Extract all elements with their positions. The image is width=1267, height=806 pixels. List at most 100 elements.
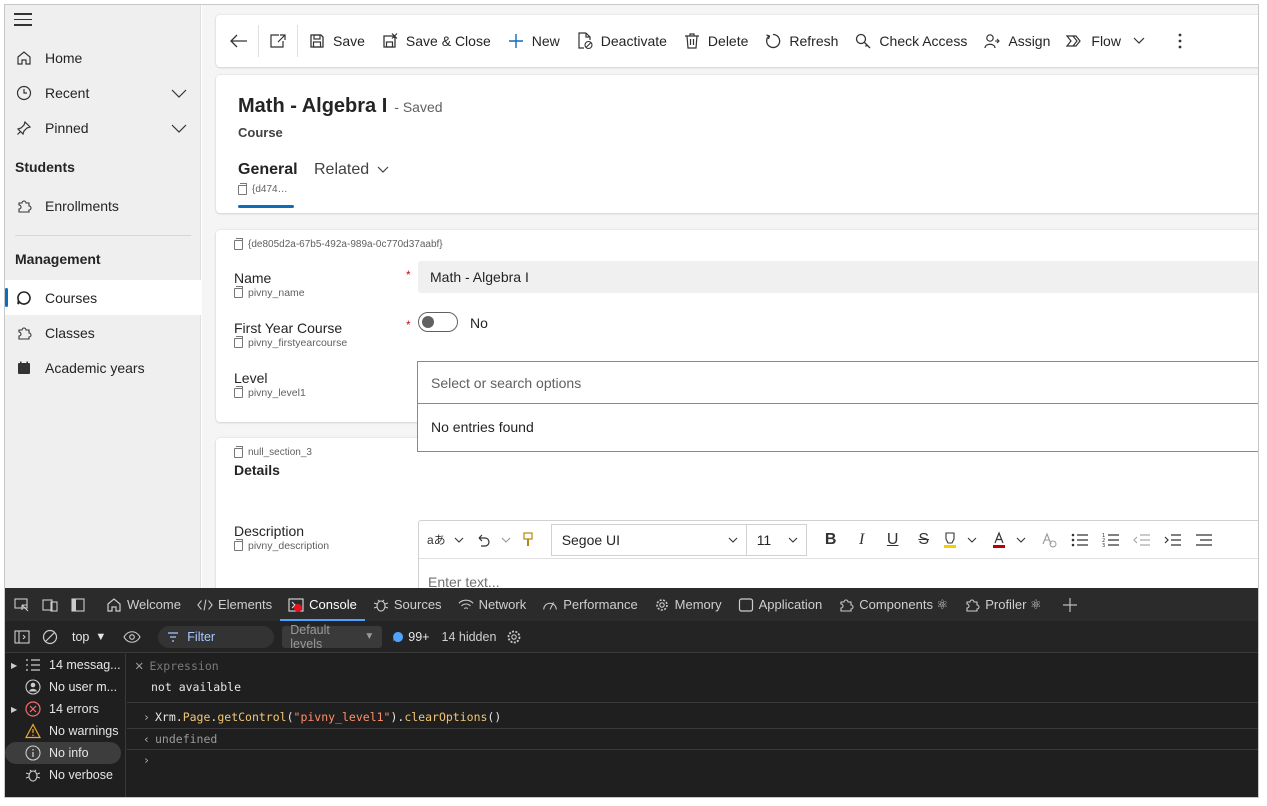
puzzle-icon: [838, 597, 854, 613]
devtools-tab-console[interactable]: Console: [280, 588, 365, 621]
strikethrough-button[interactable]: S: [910, 526, 938, 554]
console-settings-button[interactable]: [500, 623, 528, 651]
live-expression-button[interactable]: [118, 623, 146, 651]
issues-counter[interactable]: 99+: [392, 629, 430, 644]
increase-indent-button[interactable]: [1159, 526, 1187, 554]
delete-button[interactable]: Delete: [675, 25, 756, 57]
sidebar-item-courses[interactable]: Courses: [5, 280, 201, 315]
console-filter-input[interactable]: Filter: [158, 625, 275, 648]
context-value: top: [72, 629, 90, 644]
save-button[interactable]: Save: [300, 25, 373, 57]
copy-icon[interactable]: [234, 237, 243, 250]
devtools-tab-sources[interactable]: Sources: [365, 588, 450, 621]
font-family-select[interactable]: Segoe UI: [550, 523, 747, 556]
tab-related[interactable]: Related: [314, 161, 389, 179]
chevron-down-icon[interactable]: [171, 121, 187, 137]
copy-icon[interactable]: [234, 336, 243, 348]
text-style-button[interactable]: aあ: [427, 526, 464, 554]
devtools-tab-welcome[interactable]: Welcome: [98, 588, 189, 621]
bullet-list-button[interactable]: [1066, 526, 1094, 554]
numbered-list-button[interactable]: 123: [1097, 526, 1125, 554]
devtools-tab-application[interactable]: Application: [730, 588, 831, 621]
description-editor[interactable]: Enter text...: [419, 559, 1258, 588]
devtools-tab-components[interactable]: Components ⚛: [830, 588, 956, 621]
clear-console-button[interactable]: [36, 623, 64, 651]
copy-icon[interactable]: [238, 182, 247, 195]
font-size-select[interactable]: 11: [746, 523, 807, 556]
toggle-sidebar-button[interactable]: [64, 591, 92, 619]
save-close-button[interactable]: Save & Close: [373, 25, 499, 57]
sidebar-item-academic-years[interactable]: Academic years: [5, 350, 201, 385]
expression-placeholder[interactable]: Expression: [149, 659, 218, 673]
copy-icon[interactable]: [234, 386, 243, 398]
back-button[interactable]: [222, 25, 256, 57]
context-selector[interactable]: top ▼: [72, 630, 106, 644]
sidebar-verbose[interactable]: No verbose: [5, 764, 125, 786]
assign-button[interactable]: Assign: [975, 25, 1058, 57]
sidebar-user-messages[interactable]: No user m...: [5, 676, 125, 698]
decrease-indent-button[interactable]: [1128, 526, 1156, 554]
calendar-icon: [15, 359, 33, 377]
chevron-down-icon[interactable]: [171, 86, 187, 102]
first-year-course-toggle[interactable]: [418, 312, 458, 332]
close-icon[interactable]: ✕: [135, 658, 143, 674]
levels-value: Default levels: [290, 622, 330, 651]
chevron-down-icon: [377, 166, 389, 174]
device-emulation-button[interactable]: [36, 591, 64, 619]
sidebar-item-recent[interactable]: Recent: [5, 75, 201, 110]
hamburger-menu-icon[interactable]: [14, 13, 32, 27]
expand-arrow-icon: ▶: [11, 704, 18, 714]
devtools-tab-network[interactable]: Network: [450, 588, 535, 621]
sidebar-errors[interactable]: ▶ 14 errors: [5, 698, 125, 720]
inspect-element-button[interactable]: [8, 591, 36, 619]
more-tools-button[interactable]: [1056, 591, 1084, 619]
tab-general[interactable]: General: [238, 161, 298, 179]
format-painter-button[interactable]: [514, 526, 542, 554]
underline-button[interactable]: U: [879, 526, 907, 554]
devtools-tab-profiler[interactable]: Profiler ⚛: [956, 588, 1049, 621]
undo-button[interactable]: [475, 526, 511, 554]
chevron-down-icon[interactable]: [1133, 37, 1145, 45]
copy-icon[interactable]: [234, 286, 243, 298]
sidebar-item-classes[interactable]: Classes: [5, 315, 201, 350]
divider: [127, 728, 1258, 729]
refresh-button[interactable]: Refresh: [756, 25, 846, 57]
caret-down-icon: ▼: [364, 631, 375, 642]
puzzle-icon: [15, 197, 33, 215]
deactivate-button[interactable]: Deactivate: [568, 25, 675, 57]
console-prompt[interactable]: ›: [143, 753, 155, 767]
level-lookup-search-input[interactable]: Select or search options: [418, 362, 1258, 404]
console-input-line[interactable]: › Xrm. Page . getControl ( "pivny_level1…: [143, 710, 501, 724]
sidebar-messages[interactable]: ▶ 14 messag...: [5, 654, 125, 676]
wifi-icon: [458, 597, 474, 613]
gauge-icon: [542, 597, 558, 613]
more-commands-button[interactable]: [1163, 25, 1197, 57]
show-console-sidebar-button[interactable]: [8, 623, 36, 651]
highlight-button[interactable]: [941, 526, 977, 554]
open-new-window-button[interactable]: [261, 25, 295, 57]
font-color-button[interactable]: [990, 526, 1026, 554]
clear-formatting-button[interactable]: [1035, 526, 1063, 554]
new-button[interactable]: New: [499, 25, 568, 57]
copy-icon[interactable]: [234, 445, 243, 458]
log-levels-select[interactable]: Default levels ▼: [282, 622, 383, 651]
flow-button[interactable]: Flow: [1058, 25, 1153, 57]
check-access-button[interactable]: Check Access: [846, 25, 975, 57]
sidebar-label: No verbose: [49, 768, 113, 782]
align-button[interactable]: [1190, 526, 1218, 554]
sidebar-item-pinned[interactable]: Pinned: [5, 110, 201, 145]
chevron-down-icon: [1016, 537, 1026, 543]
bold-button[interactable]: B: [817, 526, 845, 554]
italic-button[interactable]: I: [848, 526, 876, 554]
pin-icon: [15, 119, 33, 137]
sidebar-info[interactable]: No info: [5, 742, 121, 764]
devtools-tab-elements[interactable]: Elements: [189, 588, 280, 621]
issues-count: 99+: [408, 629, 430, 644]
name-input[interactable]: Math - Algebra I: [418, 261, 1258, 293]
sidebar-item-home[interactable]: Home: [5, 40, 201, 75]
sidebar-item-enrollments[interactable]: Enrollments: [5, 188, 201, 223]
copy-icon[interactable]: [234, 539, 243, 551]
devtools-tab-performance[interactable]: Performance: [534, 588, 645, 621]
devtools-tab-memory[interactable]: Memory: [646, 588, 730, 621]
sidebar-warnings[interactable]: No warnings: [5, 720, 125, 742]
